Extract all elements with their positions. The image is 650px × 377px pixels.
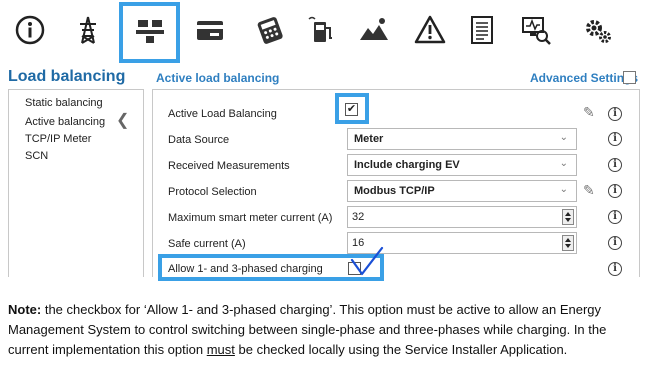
max-smart-meter-current-input[interactable]: 32 xyxy=(347,206,577,228)
safe-current-label: Safe current (A) xyxy=(168,238,246,250)
chevron-down-icon: ⌄ xyxy=(559,184,568,195)
info-icon[interactable]: i xyxy=(608,236,622,250)
card-icon[interactable] xyxy=(188,8,232,52)
charging-station-icon[interactable] xyxy=(300,8,344,52)
info-icon[interactable]: i xyxy=(608,158,622,172)
chevron-left-icon[interactable]: ❮ xyxy=(116,110,129,130)
sidebar-item-tcpip-meter[interactable]: TCP/IP Meter xyxy=(25,133,91,145)
note-label: Note: xyxy=(8,302,42,317)
page-title: Load balancing xyxy=(8,68,126,85)
sidebar-item-static-balancing[interactable]: Static balancing xyxy=(25,97,103,109)
warning-icon[interactable] xyxy=(408,8,452,52)
sidebar-item-active-balancing[interactable]: Active balancing xyxy=(25,116,105,128)
chevron-down-icon: ⌄ xyxy=(559,132,568,143)
pencil-icon[interactable]: ✎ xyxy=(583,104,595,121)
section-title: Active load balancing xyxy=(156,71,280,85)
data-source-select[interactable]: Meter ⌄ xyxy=(347,128,577,150)
received-measurements-label: Received Measurements xyxy=(168,160,290,172)
active-load-balancing-checkbox[interactable]: ✔ xyxy=(345,103,358,116)
sidebar-item-scn[interactable]: SCN xyxy=(25,150,48,162)
toolbar xyxy=(0,0,650,64)
diagnostics-icon[interactable] xyxy=(514,8,558,52)
handwritten-check-icon xyxy=(350,246,384,276)
power-tower-icon[interactable] xyxy=(66,8,110,52)
settings-icon[interactable] xyxy=(576,8,620,52)
advanced-settings-label: Advanced Settings xyxy=(530,71,639,85)
info-icon[interactable]: i xyxy=(608,107,622,121)
pencil-icon[interactable]: ✎ xyxy=(583,182,595,199)
info-icon[interactable]: i xyxy=(608,210,622,224)
advanced-settings-checkbox[interactable] xyxy=(623,71,636,84)
payment-terminal-icon[interactable] xyxy=(248,8,292,52)
spinner-arrows-icon[interactable] xyxy=(562,209,574,225)
info-icon[interactable]: i xyxy=(608,132,622,146)
image-icon[interactable] xyxy=(352,8,396,52)
document-icon[interactable] xyxy=(460,8,504,52)
note-paragraph: Note: the checkbox for ‘Allow 1- and 3-p… xyxy=(8,300,644,360)
note-emphasis: must xyxy=(206,342,235,357)
protocol-selection-select[interactable]: Modbus TCP/IP ⌄ xyxy=(347,180,577,202)
active-load-balancing-label: Active Load Balancing xyxy=(168,108,277,120)
protocol-selection-label: Protocol Selection xyxy=(168,186,257,198)
info-icon[interactable]: i xyxy=(608,184,622,198)
spinner-arrows-icon[interactable] xyxy=(562,235,574,251)
max-smart-meter-current-label: Maximum smart meter current (A) xyxy=(168,212,333,224)
note-text-2: be checked locally using the Service Ins… xyxy=(234,342,568,357)
received-measurements-select[interactable]: Include charging EV ⌄ xyxy=(347,154,577,176)
data-source-label: Data Source xyxy=(168,134,230,146)
allow-phased-charging-label: Allow 1- and 3-phased charging xyxy=(168,263,323,275)
selected-icon-highlight xyxy=(119,2,180,63)
chevron-down-icon: ⌄ xyxy=(559,158,568,169)
info-icon[interactable] xyxy=(8,8,52,52)
info-icon[interactable]: i xyxy=(608,262,622,276)
